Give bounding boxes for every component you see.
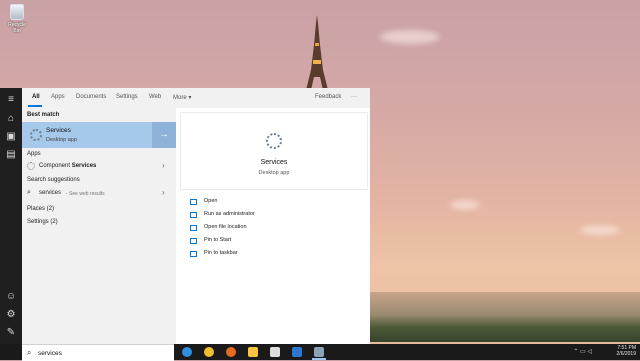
home-icon[interactable]: ⌂ [4,112,18,126]
action-label: Run as administrator [204,211,255,217]
recycle-bin-icon [10,4,24,20]
action-label: Open [204,198,218,204]
account-icon[interactable]: ☺ [4,290,18,304]
best-match-title: Services [46,127,71,134]
tab-more[interactable]: More ▾ [173,94,191,101]
chevron-right-icon[interactable]: › [162,188,165,197]
best-match-header: Best match [27,112,60,118]
taskbar: ⌃ ▭ ◁ 7:51 PM 2/6/2019 [0,344,640,360]
action-label: Open file location [204,224,247,230]
preview-card: Services Desktop app [180,112,368,190]
preview-subtitle: Desktop app [258,170,290,176]
apps-header: Apps [27,151,41,157]
action-label: Pin to Start [204,237,232,243]
tab-all[interactable]: All [32,94,40,100]
active-tab-indicator [28,105,42,107]
search-tabs: All Apps Documents Settings Web More ▾ F… [22,88,370,108]
store-icon[interactable] [270,347,280,357]
list-item-component-services[interactable]: Component Services › [22,160,176,174]
open-icon [190,199,197,205]
start-left-rail: ≡ ⌂ ▣ ▤ ☺ ⚙ ✎ [0,88,22,344]
preview-actions: Open Run as administrator Open file loca… [180,190,366,344]
tab-web[interactable]: Web [149,94,161,100]
feedback-hub-icon[interactable]: ✎ [4,326,18,340]
action-label: Pin to taskbar [204,250,238,256]
places-header[interactable]: Places (2) [27,206,54,212]
cloud [450,200,480,210]
settings-header[interactable]: Settings (2) [27,219,58,225]
component-services-icon [27,162,35,170]
preview-title: Services [260,159,288,166]
recent-icon[interactable]: ▣ [4,130,18,144]
chevron-right-icon[interactable]: › [162,161,165,170]
search-panel: All Apps Documents Settings Web More ▾ F… [22,88,370,344]
search-input[interactable] [38,348,168,358]
taskbar-search-box[interactable]: ⌕ [22,344,174,361]
clock[interactable]: 7:51 PM 2/6/2019 [617,345,636,357]
gear-icon [266,133,282,149]
more-options-button[interactable]: ··· [351,94,357,100]
settings-icon[interactable]: ⚙ [4,308,18,322]
feedback-link[interactable]: Feedback [315,94,341,100]
folder-icon [190,225,197,231]
documents-icon[interactable]: ▤ [4,148,18,162]
component-services-label: Component Services [39,163,97,169]
tab-documents[interactable]: Documents [76,94,106,100]
cloud [380,30,440,44]
city-skyline [370,292,640,342]
search-icon: ⌕ [27,348,32,357]
edge-icon[interactable] [182,347,192,357]
gear-icon [30,129,42,141]
recycle-bin-label: Recycle Bin [8,22,26,34]
firefox-icon[interactable] [226,347,236,357]
web-suggestion-item[interactable]: ⌕ services - See web results › [22,187,176,201]
pin-icon [190,251,197,257]
recycle-bin-shortcut[interactable]: Recycle Bin [4,4,30,34]
start-button[interactable] [0,344,22,360]
results-list: Best match Services Desktop app → Apps C… [22,108,176,344]
system-tray-icons[interactable]: ⌃ ▭ ◁ [573,348,592,355]
chrome-icon[interactable] [204,347,214,357]
mail-icon[interactable] [292,347,302,357]
hamburger-menu-icon[interactable]: ≡ [4,93,18,107]
shield-icon [190,212,197,218]
suggestion-query: services [39,190,62,196]
best-match-subtitle: Desktop app [46,137,77,143]
search-suggestions-header: Search suggestions [27,177,80,183]
tab-apps[interactable]: Apps [51,94,65,100]
cloud [580,225,620,235]
pin-icon [190,238,197,244]
file-explorer-icon[interactable] [248,347,258,357]
search-icon: ⌕ [27,189,31,196]
open-preview-arrow-button[interactable]: → [152,122,176,148]
clock-date: 2/6/2019 [616,351,636,357]
eiffel-tower [306,15,328,90]
tab-settings[interactable]: Settings [116,94,138,100]
services-icon[interactable] [314,347,324,357]
suggestion-hint: - See web results [66,191,105,197]
